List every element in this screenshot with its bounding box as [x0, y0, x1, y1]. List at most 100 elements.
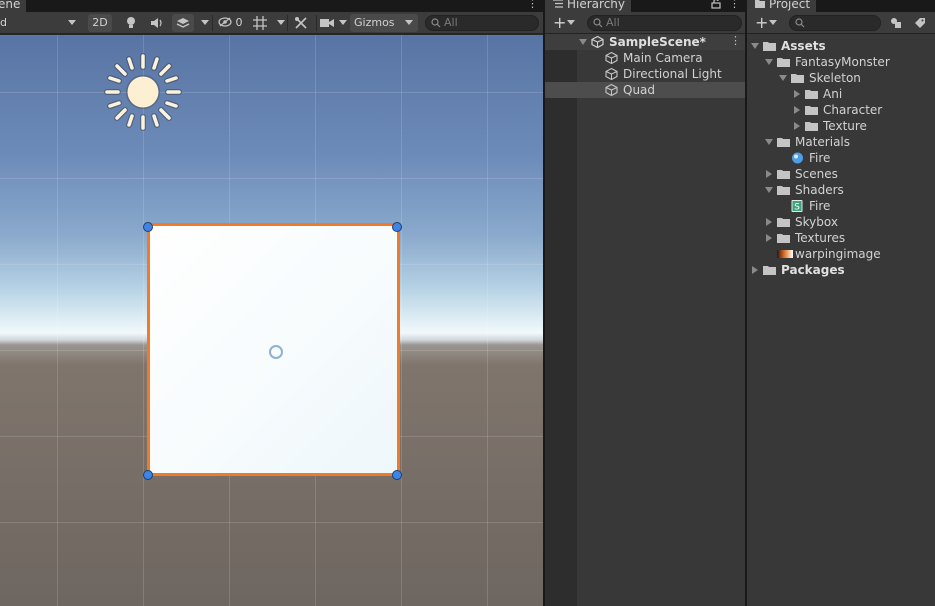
- project-create-button[interactable]: +: [753, 14, 783, 32]
- camera-settings-button[interactable]: [318, 14, 336, 32]
- tab-scene[interactable]: ene: [0, 0, 27, 12]
- rect-handle-top-right[interactable]: [392, 222, 402, 232]
- grid-line: [0, 522, 543, 523]
- pivot-handle[interactable]: [269, 345, 283, 359]
- rect-handle-bottom-left[interactable]: [143, 470, 153, 480]
- project-item-textures[interactable]: Textures: [747, 230, 935, 246]
- camera-chevron-icon[interactable]: [339, 20, 347, 25]
- plus-icon: +: [553, 13, 567, 32]
- project-item-texture[interactable]: Texture: [747, 118, 935, 134]
- collapse-arrow-icon[interactable]: [766, 234, 772, 242]
- project-item-skybox[interactable]: Skybox: [747, 214, 935, 230]
- audio-toggle-button[interactable]: [146, 14, 168, 32]
- project-search-input[interactable]: [789, 15, 881, 31]
- collapse-arrow-icon[interactable]: [752, 266, 758, 274]
- 2d-toggle-label: 2D: [92, 16, 108, 29]
- hierarchy-menu-icon[interactable]: ⋮: [729, 0, 740, 11]
- scene-viewport[interactable]: [0, 35, 543, 606]
- folder-icon: [755, 0, 765, 8]
- scene-toolbar: d 2D 0 Gizmos All: [0, 12, 543, 34]
- hierarchy-item-main-camera[interactable]: Main Camera: [545, 50, 745, 66]
- project-item-character[interactable]: Character: [747, 102, 935, 118]
- scene-search-input[interactable]: All: [425, 15, 539, 31]
- scene-row[interactable]: SampleScene* ⋮: [545, 34, 745, 50]
- toolbar-divider: [287, 15, 288, 31]
- search-icon: [593, 18, 603, 28]
- 2d-toggle-button[interactable]: 2D: [88, 14, 112, 32]
- expand-arrow-icon[interactable]: [751, 43, 759, 49]
- project-item-label: Scenes: [795, 167, 838, 181]
- expand-arrow-icon[interactable]: [779, 75, 787, 81]
- project-item-fire-material[interactable]: Fire: [747, 150, 935, 166]
- hierarchy-panel: Hierarchy ⋮ + All SampleScene* ⋮ Main Ca…: [545, 0, 745, 606]
- collapse-arrow-icon[interactable]: [766, 170, 772, 178]
- project-item-warpingimage[interactable]: warpingimage: [747, 246, 935, 262]
- collapse-arrow-icon[interactable]: [794, 122, 800, 130]
- create-chevron-icon: [567, 20, 575, 25]
- shading-mode-chevron-icon: [68, 20, 76, 25]
- tab-project[interactable]: Project: [747, 0, 817, 12]
- project-item-assets[interactable]: Assets: [747, 38, 935, 54]
- hierarchy-search-input[interactable]: All: [587, 15, 742, 31]
- rect-handle-top-left[interactable]: [143, 222, 153, 232]
- project-item-fantasymonster[interactable]: FantasyMonster: [747, 54, 935, 70]
- folder-open-icon: [791, 74, 804, 83]
- collapse-arrow-icon[interactable]: [794, 90, 800, 98]
- toolbar-divider: [316, 15, 317, 31]
- tab-hierarchy[interactable]: Hierarchy: [545, 0, 632, 12]
- project-item-ani[interactable]: Ani: [747, 86, 935, 102]
- project-item-label: Packages: [781, 263, 845, 277]
- grid-line: [0, 92, 543, 93]
- project-item-materials[interactable]: Materials: [747, 134, 935, 150]
- folder-icon: [805, 122, 818, 131]
- grid-toggle-button[interactable]: [249, 14, 271, 32]
- quad-object[interactable]: [147, 223, 400, 476]
- expand-arrow-icon[interactable]: [765, 139, 773, 145]
- lightbulb-icon: [127, 17, 135, 28]
- search-by-label-button[interactable]: [910, 14, 930, 32]
- tag-icon: [915, 18, 925, 28]
- project-item-shaders[interactable]: Shaders: [747, 182, 935, 198]
- texture-thumbnail-icon: [777, 250, 793, 258]
- tools-button[interactable]: [290, 14, 312, 32]
- directional-light-sun-icon[interactable]: [104, 53, 182, 131]
- scene-menu-icon[interactable]: ⋮: [527, 0, 538, 11]
- gizmos-chevron-icon: [405, 20, 413, 25]
- grid-icon: [253, 16, 267, 30]
- collapse-arrow-icon[interactable]: [794, 106, 800, 114]
- hidden-eye-icon: [218, 17, 232, 27]
- lock-icon[interactable]: [711, 0, 721, 9]
- hidden-count: 0: [235, 16, 243, 29]
- expand-arrow-icon[interactable]: [765, 59, 773, 65]
- project-tab-label: Project: [769, 0, 811, 11]
- project-item-label: FantasyMonster: [795, 55, 890, 69]
- project-item-label: Character: [823, 103, 883, 117]
- hierarchy-item-directional-light[interactable]: Directional Light: [545, 66, 745, 82]
- gizmos-label: Gizmos: [354, 16, 395, 29]
- scene-row-menu-icon[interactable]: ⋮: [730, 35, 741, 48]
- expand-arrow-icon[interactable]: [579, 39, 587, 45]
- unity-scene-icon: [591, 36, 604, 48]
- project-panel: Project + Assets FantasyMonster Skeleton…: [747, 0, 935, 606]
- lighting-toggle-button[interactable]: [120, 14, 142, 32]
- scene-tab-label: ene: [0, 0, 21, 11]
- scene-visibility-button[interactable]: 0: [215, 14, 245, 32]
- hierarchy-item-quad[interactable]: Quad: [545, 82, 745, 98]
- project-item-label: Assets: [781, 39, 826, 53]
- project-item-fire-shader[interactable]: S Fire: [747, 198, 935, 214]
- effects-toggle-button[interactable]: [172, 14, 194, 32]
- project-tabbar: Project: [747, 0, 935, 12]
- project-item-packages[interactable]: Packages: [747, 262, 935, 278]
- effects-chevron-icon[interactable]: [201, 20, 209, 25]
- expand-arrow-icon[interactable]: [765, 187, 773, 193]
- project-item-label: Shaders: [795, 183, 844, 197]
- grid-chevron-icon[interactable]: [277, 20, 285, 25]
- project-item-label: Skybox: [795, 215, 838, 229]
- project-item-skeleton[interactable]: Skeleton: [747, 70, 935, 86]
- search-by-type-button[interactable]: [886, 14, 906, 32]
- project-item-scenes[interactable]: Scenes: [747, 166, 935, 182]
- folder-icon: [805, 106, 818, 115]
- rect-handle-bottom-right[interactable]: [392, 470, 402, 480]
- collapse-arrow-icon[interactable]: [766, 218, 772, 226]
- create-button[interactable]: +: [551, 14, 581, 32]
